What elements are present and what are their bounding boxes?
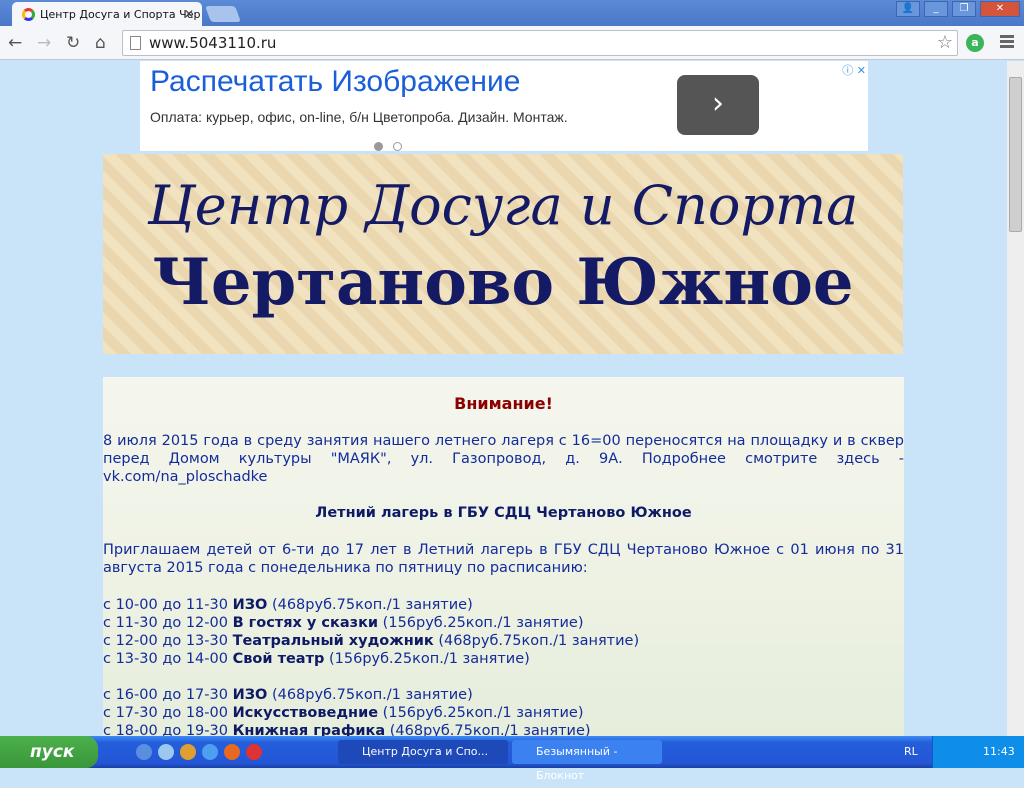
schedule-price: (468руб.75коп./1 занятие) — [433, 633, 640, 649]
back-icon[interactable]: ← — [8, 33, 22, 53]
notice-body: 8 июля 2015 года в среду занятия нашего … — [103, 433, 904, 467]
home-icon[interactable]: ⌂ — [95, 33, 106, 53]
schedule-row: с 13-30 до 14-00 Свой театр (156руб.25ко… — [103, 650, 904, 668]
ad-next-button[interactable]: › — [677, 75, 759, 135]
schedule-time: с 11-30 до 12-00 — [103, 615, 233, 631]
camp-title: Летний лагерь в ГБУ СДЦ Чертаново Южное — [315, 505, 692, 521]
schedule-name: ИЗО — [232, 687, 268, 703]
schedule-time: с 17-30 до 18-00 — [103, 705, 233, 721]
page-viewport: Распечатать Изображение Оплата: курьер, … — [0, 61, 1007, 736]
minimize-button[interactable]: _ — [924, 1, 948, 17]
close-window-button[interactable]: ✕ — [980, 1, 1020, 17]
close-tab-icon[interactable]: ✕ — [184, 7, 194, 21]
quicklaunch-icon[interactable] — [180, 744, 196, 760]
language-indicator[interactable]: RL — [904, 736, 918, 768]
schedule-name: В гостях у сказки — [232, 615, 379, 631]
schedule-name: ИЗО — [232, 597, 268, 613]
taskbar-item-notepad[interactable]: Безымянный - Блокнот — [512, 740, 662, 782]
schedule-name: Свой театр — [232, 651, 325, 667]
taskbar: пуск Центр Досуга и Спо... Безымянный - … — [0, 736, 1024, 782]
schedule-price: (156руб.25коп./1 занятие) — [378, 615, 584, 631]
browser-tab[interactable]: Центр Досуга и Спорта Чер ✕ — [12, 2, 202, 26]
schedule-name: Театральный художник — [232, 633, 434, 649]
ie-icon[interactable] — [202, 744, 218, 760]
ad-title[interactable]: Распечатать Изображение — [150, 65, 520, 99]
banner-line2: Чертаново Южное — [152, 245, 854, 320]
bookmark-star-icon[interactable]: ☆ — [937, 31, 953, 55]
schedule-price: (156руб.25коп./1 занятие) — [324, 651, 530, 667]
quicklaunch-icon[interactable] — [158, 744, 174, 760]
tab-title: Центр Досуга и Спорта Чер — [40, 7, 201, 21]
notice-text: 8 июля 2015 года в среду занятия нашего … — [103, 432, 904, 486]
schedule-time: с 16-00 до 17-30 — [103, 687, 233, 703]
schedule-name: Искусствоведние — [232, 705, 379, 721]
ad-pager — [374, 136, 412, 155]
schedule-time: с 12-00 до 13-30 — [103, 633, 233, 649]
schedule-time: с 13-30 до 14-00 — [103, 651, 233, 667]
taskbar-item-chrome[interactable]: Центр Досуга и Спо... — [338, 740, 508, 764]
attention-heading: Внимание! — [454, 394, 553, 413]
address-bar[interactable]: www.5043110.ru ☆ — [122, 30, 958, 56]
schedule-name: Книжная графика — [232, 723, 386, 736]
system-tray: 11:43 — [932, 736, 1024, 768]
schedule-row: с 18-00 до 19-30 Книжная графика (468руб… — [103, 722, 904, 736]
firefox-icon[interactable] — [224, 744, 240, 760]
schedule-row: с 12-00 до 13-30 Театральный художник (4… — [103, 632, 904, 650]
schedule-time: с 18-00 до 19-30 — [103, 723, 233, 736]
schedule-row: с 16-00 до 17-30 ИЗО (468руб.75коп./1 за… — [103, 686, 904, 704]
ad-dot[interactable] — [374, 142, 383, 151]
new-tab-button[interactable] — [205, 6, 241, 22]
schedule-price: (468руб.75коп./1 занятие) — [267, 597, 473, 613]
start-button[interactable]: пуск — [0, 736, 98, 768]
vk-link[interactable]: vk.com/na_ploschadke — [103, 469, 267, 485]
schedule-price: (468руб.75коп./1 занятие) — [385, 723, 591, 736]
url-text: www.5043110.ru — [149, 34, 277, 52]
schedule-morning: с 10-00 до 11-30 ИЗО (468руб.75коп./1 за… — [103, 596, 904, 668]
schedule-row: с 17-30 до 18-00 Искусствоведние (156руб… — [103, 704, 904, 722]
scrollbar-thumb[interactable] — [1009, 77, 1022, 232]
clock: 11:43 — [983, 745, 1015, 758]
quicklaunch-icon[interactable] — [136, 744, 152, 760]
schedule-evening: с 16-00 до 17-30 ИЗО (468руб.75коп./1 за… — [103, 686, 904, 736]
schedule-time: с 10-00 до 11-30 — [103, 597, 233, 613]
extension-icon[interactable]: a — [966, 34, 984, 52]
maximize-button[interactable]: ❐ — [952, 1, 976, 17]
favicon-icon — [22, 7, 35, 21]
schedule-price: (156руб.25коп./1 занятие) — [378, 705, 584, 721]
schedule-price: (468руб.75коп./1 занятие) — [267, 687, 473, 703]
invite-text: Приглашаем детей от 6-ти до 17 лет в Лет… — [103, 542, 904, 576]
user-icon[interactable]: 👤 — [896, 1, 920, 17]
ad-dot[interactable] — [393, 142, 402, 151]
menu-icon[interactable] — [1000, 35, 1014, 50]
scrollbar[interactable] — [1007, 61, 1024, 736]
browser-toolbar: ← → ↻ ⌂ www.5043110.ru ☆ a — [0, 26, 1024, 60]
page-icon — [130, 36, 141, 50]
ad-banner[interactable]: Распечатать Изображение Оплата: курьер, … — [140, 61, 868, 151]
forward-icon[interactable]: → — [37, 33, 51, 53]
main-content: Внимание! 8 июля 2015 года в среду занят… — [103, 377, 904, 736]
reload-icon[interactable]: ↻ — [66, 33, 80, 53]
title-bar: Центр Досуга и Спорта Чер ✕ 👤 _ ❐ ✕ — [0, 0, 1024, 26]
ad-info-icon[interactable]: ⓘ ✕ — [842, 62, 866, 78]
schedule-row: с 10-00 до 11-30 ИЗО (468руб.75коп./1 за… — [103, 596, 904, 614]
schedule-row: с 11-30 до 12-00 В гостях у сказки (156р… — [103, 614, 904, 632]
banner-line1: Центр Досуга и Спорта — [147, 174, 859, 237]
site-banner: Центр Досуга и Спорта Чертаново Южное — [103, 154, 903, 354]
chrome-icon[interactable] — [246, 744, 262, 760]
ad-text: Оплата: курьер, офис, on-line, б/н Цвето… — [150, 109, 568, 125]
